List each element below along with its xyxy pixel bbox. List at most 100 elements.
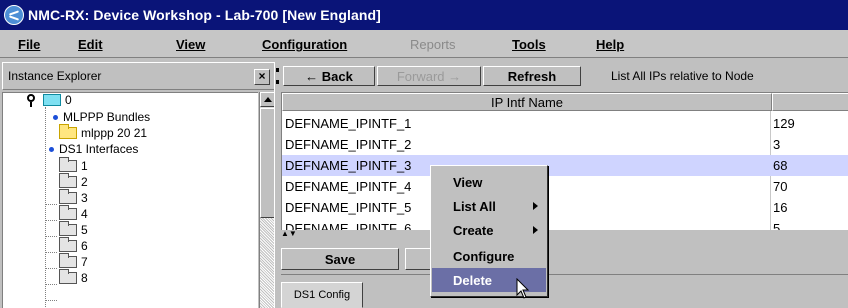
submenu-arrow-icon [533,226,538,234]
menu-reports[interactable]: Reports [410,37,456,52]
menu-help-label: Help [596,37,625,52]
tree-node-label: mlppp 20 21 [81,126,148,140]
tree-guide-line [45,204,57,205]
tree-node-label: 5 [81,223,88,237]
pin-icon[interactable] [27,94,35,107]
value-cell: 68 [773,158,788,173]
save-button[interactable]: Save [281,248,399,270]
tree-node-root[interactable]: 0 [43,93,72,107]
menu-tools[interactable]: Tools [512,37,546,52]
context-menu-create[interactable]: Create [432,218,546,242]
menu-help[interactable]: Help [596,37,624,52]
context-menu-label: Delete [453,272,493,288]
splitter-grip-icon [276,68,279,72]
scrollbar-track[interactable] [260,218,275,308]
explorer-header: Instance Explorer × [2,62,274,90]
split-resize-icon[interactable]: ▲▼ [281,230,848,238]
context-menu-label: Create [453,222,494,238]
gray-folder-icon [59,173,77,188]
tree-node-ds1-8[interactable]: 8 [59,269,88,285]
menu-tools-label: Tools [512,37,546,52]
window-title: NMC-RX: Device Workshop - Lab-700 [New E… [28,7,381,23]
tree-guide-line [45,300,57,301]
tree-node-mlppp-20-21[interactable]: mlppp 20 21 [59,124,148,140]
submenu-arrow-icon [533,202,538,210]
tree-node-label: 7 [81,255,88,269]
close-icon[interactable]: × [254,69,270,85]
gray-folder-icon [59,157,77,172]
context-menu: View List All Create Configure Delete [430,165,548,297]
table-row[interactable]: DEFNAME_IPINTF_5 16 [282,197,848,218]
gray-folder-icon [59,205,77,220]
column-header-ip-intf-name[interactable]: IP Intf Name [282,93,772,111]
tree-node-label: 3 [81,191,88,205]
refresh-button[interactable]: Refresh [483,66,581,86]
gray-folder-icon [59,269,77,284]
menu-view[interactable]: View [176,37,205,52]
context-menu-configure[interactable]: Configure [432,244,546,268]
menu-bar: File Edit View Configuration Reports Too… [0,30,848,58]
ip-intf-name-cell: DEFNAME_IPINTF_6 [285,221,412,230]
tree-node-mlppp-bundles[interactable]: MLPPP Bundles [53,110,150,124]
context-menu-list-all[interactable]: List All [432,194,546,218]
gray-folder-icon [59,237,77,252]
scroll-up-icon[interactable] [260,92,275,107]
context-menu-label: Configure [453,248,515,264]
tree-node-label: 2 [81,175,88,189]
table-row[interactable]: DEFNAME_IPINTF_4 70 [282,176,848,197]
tree-node-label: 0 [65,93,72,107]
mouse-pointer-icon [516,278,530,299]
tree-node-ds1-7[interactable]: 7 [59,253,88,269]
forward-button[interactable]: Forward → [377,66,481,86]
explorer-title: Instance Explorer [8,69,102,83]
table-row[interactable]: DEFNAME_IPINTF_6 5 [282,218,848,230]
gray-folder-icon [59,253,77,268]
ip-intf-name-cell: DEFNAME_IPINTF_4 [285,179,412,194]
tree-node-ds1-5[interactable]: 5 [59,221,88,237]
menu-reports-label: Reports [410,37,456,52]
tree-node-ds1-interfaces[interactable]: DS1 Interfaces [49,142,138,156]
ip-intf-name-cell: DEFNAME_IPINTF_5 [285,200,412,215]
tree-node-ds1-1[interactable]: 1 [59,157,88,173]
tree-node-ds1-4[interactable]: 4 [59,205,88,221]
context-menu-label: List All [453,198,496,214]
yellow-folder-icon [59,124,77,139]
value-cell: 129 [773,116,795,131]
value-cell: 3 [773,137,781,152]
menu-edit-label: Edit [78,37,103,52]
menu-configuration-label: Configuration [262,37,348,52]
table-row-selected[interactable]: DEFNAME_IPINTF_3 68 [282,155,848,176]
bullet-icon [49,146,54,152]
menu-view-label: View [176,37,206,52]
instance-explorer-panel: Instance Explorer × 0 MLPPP Bundles mlpp… [2,62,275,308]
menu-edit[interactable]: Edit [78,37,103,52]
back-button[interactable]: ← Back [283,66,375,86]
context-menu-label: View [453,174,483,190]
tree-node-ds1-6[interactable]: 6 [59,237,88,253]
tree-node-label: 4 [81,207,88,221]
tree-guide-line [45,220,57,221]
tree-node-ds1-2[interactable]: 2 [59,173,88,189]
tab-ds1-config[interactable]: DS1 Config [281,282,363,308]
explorer-tree: 0 MLPPP Bundles mlppp 20 21 DS1 Interfac… [2,92,258,308]
tree-node-ds1-3[interactable]: 3 [59,189,88,205]
column-header-value[interactable] [772,93,848,111]
tree-guide-line [45,252,57,253]
ip-interface-table: IP Intf Name DEFNAME_IPINTF_1 129 DEFNAM… [281,92,848,230]
scrollbar-thumb[interactable] [260,108,275,218]
ip-intf-name-cell: DEFNAME_IPINTF_2 [285,137,412,152]
bottom-action-bar: Save DS1 Config [281,238,848,308]
table-row[interactable]: DEFNAME_IPINTF_2 3 [282,134,848,155]
gray-folder-icon [59,189,77,204]
menu-file[interactable]: File [18,37,40,52]
content-panel: ← Back Forward → Refresh List All IPs re… [281,62,848,308]
table-row[interactable]: DEFNAME_IPINTF_1 129 [282,113,848,134]
title-bar: NMC-RX: Device Workshop - Lab-700 [New E… [0,0,848,30]
context-menu-view[interactable]: View [432,170,546,194]
nav-toolbar: ← Back Forward → Refresh List All IPs re… [281,62,848,90]
bullet-icon [53,114,58,120]
menu-configuration[interactable]: Configuration [262,37,347,52]
tree-node-label: 8 [81,271,88,285]
explorer-scrollbar[interactable] [259,92,275,308]
pane-splitter[interactable] [274,62,280,308]
